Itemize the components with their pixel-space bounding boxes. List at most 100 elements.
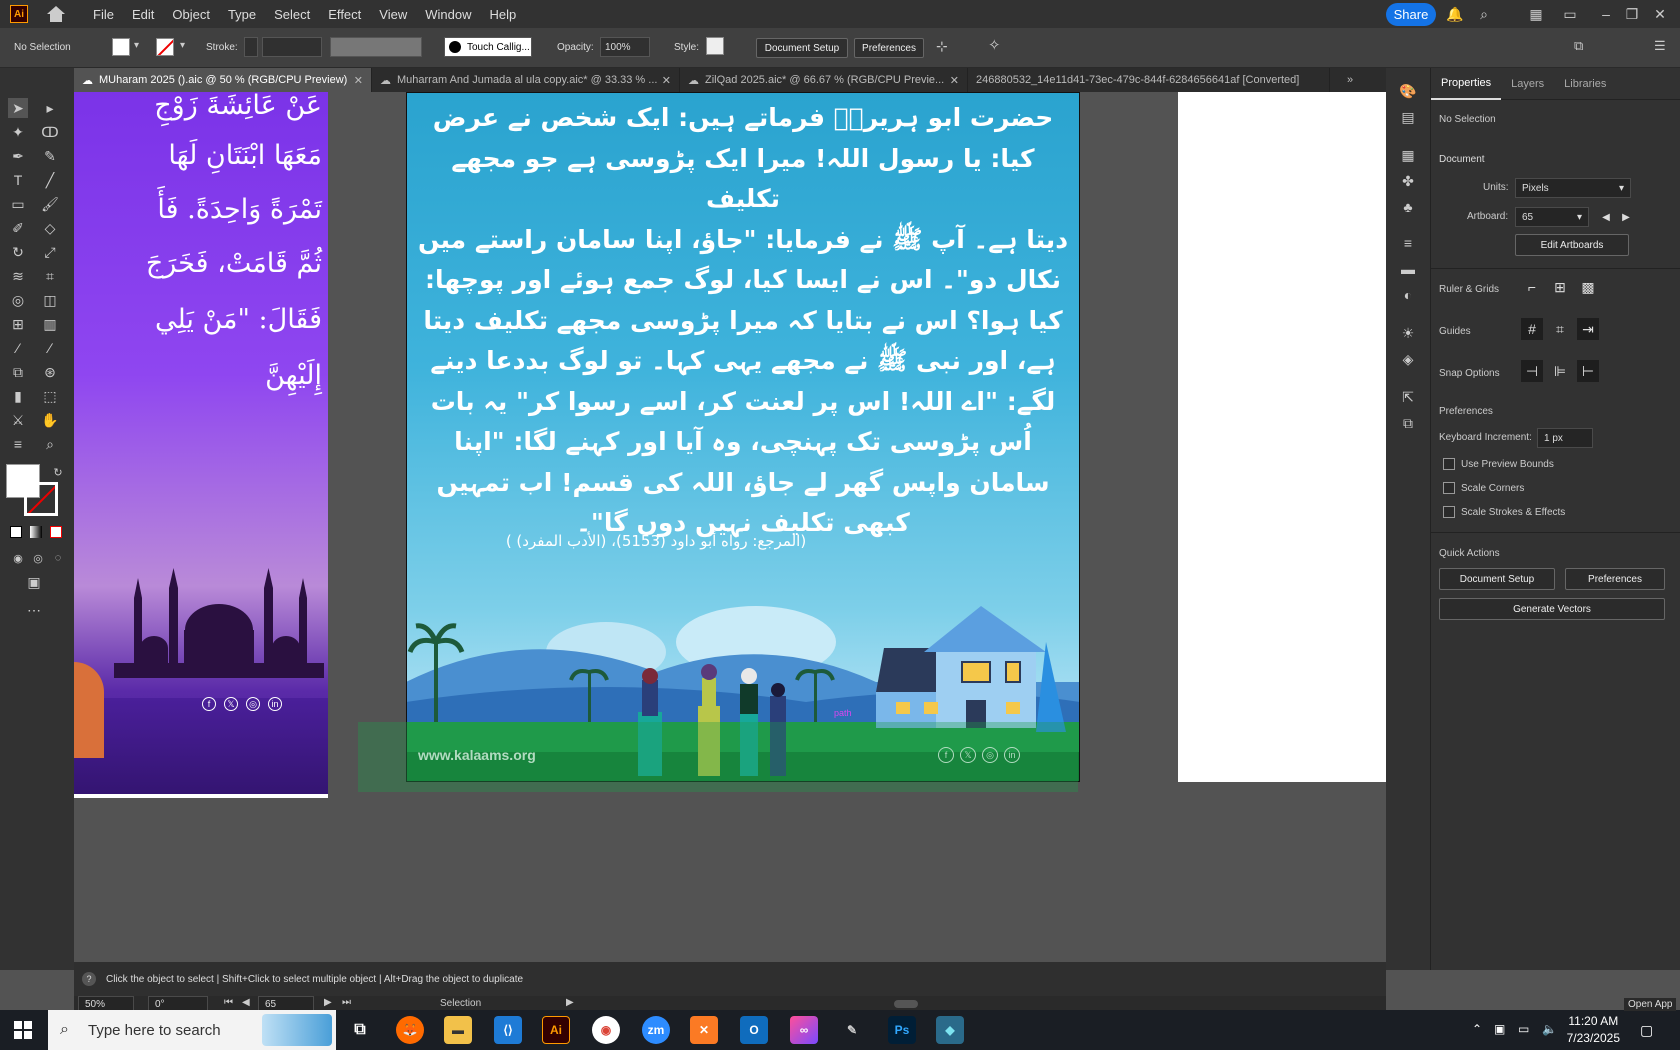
eyedropper-icon[interactable]: ⁄ bbox=[8, 338, 28, 358]
lasso-icon[interactable]: ↀ bbox=[40, 122, 60, 142]
app-icon[interactable]: ◆ bbox=[936, 1016, 964, 1044]
draw-behind-icon[interactable]: ◎ bbox=[28, 548, 48, 568]
snap-to-grid-icon[interactable]: ⊫ bbox=[1549, 360, 1571, 382]
free-transform-icon[interactable]: ⌗ bbox=[40, 266, 60, 286]
file-explorer-icon[interactable]: ▬ bbox=[444, 1016, 472, 1044]
windows-start-icon[interactable] bbox=[14, 1021, 32, 1039]
magic-wand-icon[interactable]: ✦ bbox=[8, 122, 28, 142]
help-icon[interactable]: ? bbox=[82, 972, 96, 986]
style-swatch[interactable] bbox=[706, 37, 724, 55]
brush-definition-dropdown[interactable]: Touch Callig... bbox=[444, 37, 532, 57]
display-icon[interactable]: ▣ bbox=[1494, 1022, 1505, 1036]
measure-icon[interactable]: ∕ bbox=[40, 338, 60, 358]
zoom-icon[interactable]: zm bbox=[642, 1016, 670, 1044]
zoom-tool-icon[interactable]: ⌕ bbox=[40, 434, 60, 454]
snap-to-pixel-icon[interactable]: ⊢ bbox=[1577, 360, 1599, 382]
perspective-grid-icon[interactable]: ◫ bbox=[40, 290, 60, 310]
snap-to-point-icon[interactable]: ⊣ bbox=[1521, 360, 1543, 382]
tab-converted-file[interactable]: 246880532_14e11d41-73ec-479c-844f-628465… bbox=[968, 68, 1330, 92]
menu-object[interactable]: Object bbox=[163, 7, 219, 22]
recolor-icon[interactable]: ✧ bbox=[988, 36, 1001, 54]
symbols-icon[interactable]: ♣ bbox=[1398, 198, 1418, 216]
mesh-tool-icon[interactable]: ⊞ bbox=[8, 314, 28, 334]
brush-app-icon[interactable]: ✎ bbox=[838, 1016, 866, 1044]
menu-window[interactable]: Window bbox=[416, 7, 480, 22]
variable-width-field[interactable] bbox=[330, 37, 422, 57]
gradient-mode-icon[interactable] bbox=[30, 526, 42, 538]
warp-tool-icon[interactable]: ≋ bbox=[8, 266, 28, 286]
graph-tool-icon[interactable]: ▮ bbox=[8, 386, 28, 406]
artboard-tool-icon[interactable]: ⬚ bbox=[40, 386, 60, 406]
artboard-blank[interactable] bbox=[1178, 92, 1386, 782]
lock-guides-icon[interactable]: ⌗ bbox=[1549, 318, 1571, 340]
slice-tool-icon[interactable]: ⚔ bbox=[8, 410, 28, 430]
preferences-button[interactable]: Preferences bbox=[1565, 568, 1665, 590]
type-tool-icon[interactable]: T bbox=[8, 170, 28, 190]
urdu-text-block[interactable]: حضرت ابو ہریرہؓ فرماتے ہیں: ایک شخص نے ع… bbox=[416, 98, 1070, 544]
stroke-panel-icon[interactable]: ≡ bbox=[1398, 234, 1418, 252]
show-guides-icon[interactable]: # bbox=[1521, 318, 1543, 340]
close-icon[interactable]: ✕ bbox=[662, 74, 671, 87]
direct-selection-tool-icon[interactable]: ▸ bbox=[40, 98, 60, 118]
firefox-icon[interactable]: 🦊 bbox=[396, 1016, 424, 1044]
shaper-tool-icon[interactable]: ✐ bbox=[8, 218, 28, 238]
canvas[interactable]: عَنْ عَائِشَةَ زَوْجِ مَعَهَا ابْنَتَانِ… bbox=[74, 92, 1386, 968]
appearance-icon[interactable]: ☀ bbox=[1398, 324, 1418, 342]
export-icon[interactable]: ⇱ bbox=[1398, 388, 1418, 406]
none-mode-icon[interactable] bbox=[50, 526, 62, 538]
chrome-icon[interactable]: ◉ bbox=[592, 1016, 620, 1044]
document-setup-button[interactable]: Document Setup bbox=[756, 38, 848, 58]
xampp-icon[interactable]: ✕ bbox=[690, 1016, 718, 1044]
taskbar-search[interactable]: ⌕ Type here to search bbox=[48, 1010, 336, 1050]
tab-properties[interactable]: Properties bbox=[1431, 68, 1502, 100]
close-icon[interactable]: ✕ bbox=[950, 74, 959, 87]
menu-view[interactable]: View bbox=[370, 7, 416, 22]
transparency-icon[interactable]: ◐ bbox=[1398, 286, 1418, 304]
arrange-icon[interactable]: ⧉ bbox=[1574, 38, 1583, 54]
paintbrush-icon[interactable]: 🖌 bbox=[40, 194, 60, 214]
first-artboard-icon[interactable]: ⏮ bbox=[224, 997, 233, 1008]
tab-muharam-2025[interactable]: ☁ MUharam 2025 ().aic @ 50 % (RGB/CPU Pr… bbox=[74, 68, 372, 92]
layers-panel-icon[interactable]: ◈ bbox=[1398, 350, 1418, 368]
restore-icon[interactable]: ❐ bbox=[1624, 6, 1640, 22]
smart-guides-icon[interactable]: ⇥ bbox=[1577, 318, 1599, 340]
next-artboard-icon[interactable]: ▶ bbox=[1615, 206, 1637, 228]
opacity-field[interactable]: 100% bbox=[600, 37, 650, 57]
previous-artboard-icon[interactable]: ◀ bbox=[242, 997, 250, 1008]
tabs-overflow-icon[interactable]: » bbox=[1330, 68, 1370, 92]
illustrator-taskbar-icon[interactable]: Ai bbox=[542, 1016, 570, 1044]
eraser-icon[interactable]: ◇ bbox=[40, 218, 60, 238]
close-icon[interactable]: ✕ bbox=[1652, 6, 1668, 22]
rotate-tool-icon[interactable]: ↻ bbox=[8, 242, 28, 262]
pen-tool-icon[interactable]: ✒ bbox=[8, 146, 28, 166]
line-tool-icon[interactable]: ╱ bbox=[40, 170, 60, 190]
chevron-down-icon[interactable]: ▾ bbox=[180, 40, 185, 51]
color-palette-icon[interactable]: 🎨 bbox=[1398, 82, 1418, 100]
close-icon[interactable]: ✕ bbox=[354, 74, 363, 87]
document-setup-button[interactable]: Document Setup bbox=[1439, 568, 1555, 590]
edit-artboards-button[interactable]: Edit Artboards bbox=[1515, 234, 1629, 256]
rulers-icon[interactable]: ⌐ bbox=[1521, 276, 1543, 298]
menu-help[interactable]: Help bbox=[480, 7, 525, 22]
draw-normal-icon[interactable]: ◉ bbox=[8, 548, 28, 568]
units-dropdown[interactable]: Pixels ▾ bbox=[1515, 178, 1631, 198]
menu-edit[interactable]: Edit bbox=[123, 7, 163, 22]
minimize-icon[interactable]: – bbox=[1598, 6, 1614, 22]
search-icon[interactable]: ⌕ bbox=[1476, 6, 1492, 22]
color-mode-icon[interactable] bbox=[10, 526, 22, 538]
task-view-icon[interactable]: ⧉ bbox=[346, 1016, 374, 1044]
gradient-tool-icon[interactable]: ▥ bbox=[40, 314, 60, 334]
menu-select[interactable]: Select bbox=[265, 7, 319, 22]
last-artboard-icon[interactable]: ⏭ bbox=[342, 997, 351, 1008]
vscode-icon[interactable]: ⟨⟩ bbox=[494, 1016, 522, 1044]
tab-muharram-jumada[interactable]: ☁ Muharram And Jumada al ula copy.aic* @… bbox=[372, 68, 680, 92]
share-button[interactable]: Share bbox=[1386, 3, 1436, 26]
more-tools-icon[interactable]: ⋯ bbox=[24, 600, 44, 620]
previous-artboard-icon[interactable]: ◀ bbox=[1595, 206, 1617, 228]
tab-layers[interactable]: Layers bbox=[1501, 68, 1554, 100]
chevron-up-icon[interactable]: ⌃ bbox=[1472, 1022, 1482, 1036]
home-icon[interactable] bbox=[46, 5, 66, 23]
blend-tool-icon[interactable]: ⧉ bbox=[8, 362, 28, 382]
draw-inside-icon[interactable]: ◌ bbox=[48, 548, 68, 568]
generate-vectors-button[interactable]: Generate Vectors bbox=[1439, 598, 1665, 620]
